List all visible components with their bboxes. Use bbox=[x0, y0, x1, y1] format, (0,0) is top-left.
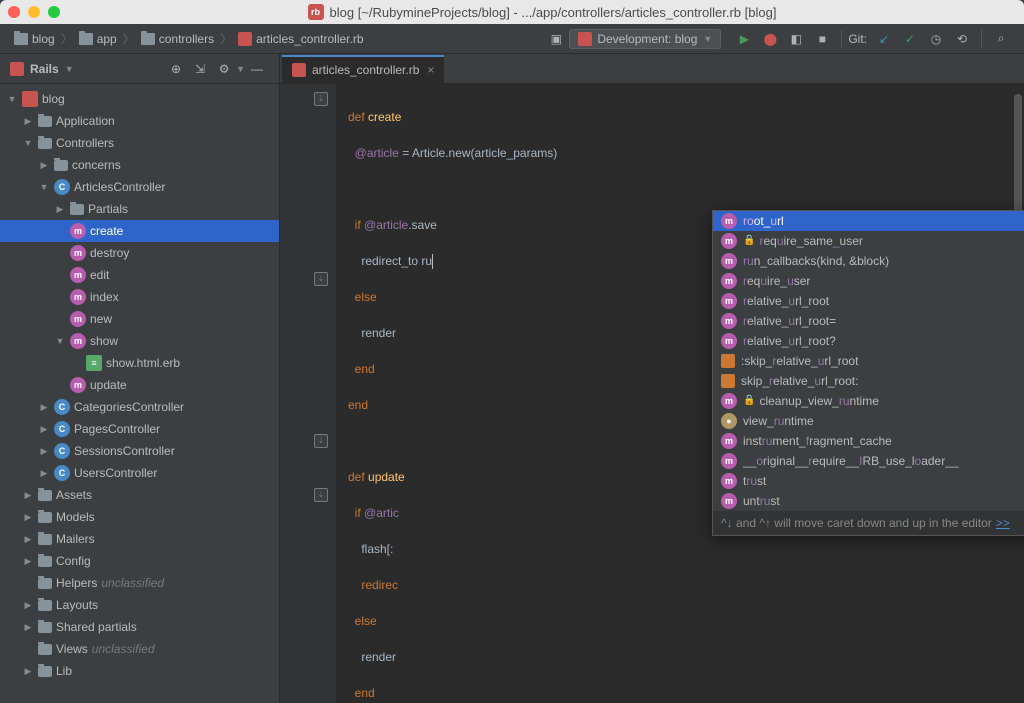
chevron-right-icon: 〉 bbox=[61, 30, 73, 47]
tree-node[interactable]: CCategoriesController bbox=[0, 396, 279, 418]
gutter-action-icon[interactable]: ⇣ bbox=[314, 488, 328, 502]
completion-item[interactable]: :skip_relative_url_root bbox=[713, 351, 1024, 371]
tree-node[interactable]: Lib bbox=[0, 660, 279, 682]
close-traffic-light[interactable] bbox=[8, 6, 20, 18]
project-tree[interactable]: blogApplicationControllersconcernsCArtic… bbox=[0, 84, 279, 703]
editor: articles_controller.rb × ⇣ ⇣ ⇣ ⇣ def cre… bbox=[280, 54, 1024, 703]
tree-node[interactable]: ≡show.html.erb bbox=[0, 352, 279, 374]
search-icon[interactable]: ⌕ bbox=[990, 28, 1012, 50]
sidebar-header: Rails ▼ ⊕ ⇲ ⚙ ▼ — bbox=[0, 54, 279, 84]
completion-item[interactable]: mroot_urlArticlesController bbox=[713, 211, 1024, 231]
git-revert-icon[interactable]: ⟲ bbox=[951, 28, 973, 50]
window-title: blog [~/RubymineProjects/blog] - .../app… bbox=[330, 5, 777, 20]
gear-icon[interactable]: ⚙ bbox=[213, 58, 235, 80]
tree-node[interactable]: Models bbox=[0, 506, 279, 528]
coverage-button[interactable]: ◧ bbox=[785, 28, 807, 50]
chevron-down-icon: ▼ bbox=[703, 34, 712, 44]
minimize-traffic-light[interactable] bbox=[28, 6, 40, 18]
run-button[interactable]: ▶ bbox=[733, 28, 755, 50]
breadcrumb-controllers[interactable]: controllers bbox=[137, 32, 218, 46]
completion-item[interactable]: m__original__require__IRB_use_loader__Ob… bbox=[713, 451, 1024, 471]
navigation-bar: blog 〉 app 〉 controllers 〉 articles_cont… bbox=[0, 24, 1024, 54]
tree-node[interactable]: Application bbox=[0, 110, 279, 132]
git-label: Git: bbox=[848, 32, 867, 46]
tree-node[interactable]: CUsersController bbox=[0, 462, 279, 484]
ruby-file-icon bbox=[292, 63, 306, 77]
completion-popup[interactable]: mroot_urlArticlesControllerm🔒require_sam… bbox=[712, 210, 1024, 536]
completion-item[interactable]: mtrustObject bbox=[713, 471, 1024, 491]
gutter[interactable]: ⇣ ⇣ ⇣ ⇣ bbox=[280, 84, 336, 703]
tree-node[interactable]: mshow bbox=[0, 330, 279, 352]
completion-item[interactable]: m🔒require_same_userArticlesController bbox=[713, 231, 1024, 251]
hide-icon[interactable]: — bbox=[246, 58, 268, 80]
project-sidebar: Rails ▼ ⊕ ⇲ ⚙ ▼ — blogApplicationControl… bbox=[0, 54, 280, 703]
tree-node[interactable]: Assets bbox=[0, 484, 279, 506]
debug-button[interactable]: ⬤ bbox=[759, 28, 781, 50]
breadcrumb-file[interactable]: articles_controller.rb bbox=[234, 32, 367, 46]
popup-footer: ^↓ and ^↑ will move caret down and up in… bbox=[713, 511, 1024, 535]
zoom-traffic-light[interactable] bbox=[48, 6, 60, 18]
tree-node[interactable]: mcreate bbox=[0, 220, 279, 242]
completion-item[interactable]: mrelative_url_rootincluded in AbstractCo… bbox=[713, 291, 1024, 311]
breadcrumb-app[interactable]: app bbox=[75, 32, 121, 46]
titlebar: rb blog [~/RubymineProjects/blog] - .../… bbox=[0, 0, 1024, 24]
rails-icon bbox=[10, 62, 24, 76]
tree-node[interactable]: mupdate bbox=[0, 374, 279, 396]
tree-node[interactable]: Config bbox=[0, 550, 279, 572]
tree-node[interactable]: Viewsunclassified bbox=[0, 638, 279, 660]
tree-node[interactable]: mindex bbox=[0, 286, 279, 308]
git-update-icon[interactable]: ↙ bbox=[873, 28, 895, 50]
close-tab-icon[interactable]: × bbox=[427, 63, 434, 77]
completion-item[interactable]: minstrument_fragment_cacheActionControll… bbox=[713, 431, 1024, 451]
tree-node[interactable]: Layouts bbox=[0, 594, 279, 616]
tree-node[interactable]: CSessionsController bbox=[0, 440, 279, 462]
collapse-icon[interactable]: ⇲ bbox=[189, 58, 211, 80]
tree-node[interactable]: Shared partials bbox=[0, 616, 279, 638]
editor-tab[interactable]: articles_controller.rb × bbox=[282, 55, 444, 83]
app-icon: rb bbox=[308, 4, 324, 20]
completion-item[interactable]: mrelative_url_root=included in AbstractC… bbox=[713, 311, 1024, 331]
tree-node[interactable]: Controllers bbox=[0, 132, 279, 154]
code-area[interactable]: ⇣ ⇣ ⇣ ⇣ def create @article = Article.ne… bbox=[280, 84, 1024, 703]
completion-item[interactable]: ●view_runtimeActionController::Instrumen… bbox=[713, 411, 1024, 431]
tree-node[interactable]: medit bbox=[0, 264, 279, 286]
breadcrumb: blog 〉 app 〉 controllers 〉 articles_cont… bbox=[10, 30, 368, 47]
gutter-action-icon[interactable]: ⇣ bbox=[314, 272, 328, 286]
rails-icon bbox=[578, 32, 592, 46]
completion-item[interactable]: skip_relative_url_root: bbox=[713, 371, 1024, 391]
tree-node[interactable]: mdestroy bbox=[0, 242, 279, 264]
tree-node[interactable]: mnew bbox=[0, 308, 279, 330]
tree-node[interactable]: CPagesController bbox=[0, 418, 279, 440]
chevron-right-icon: 〉 bbox=[123, 30, 135, 47]
sidebar-title[interactable]: Rails bbox=[30, 62, 59, 76]
run-config-dropdown[interactable]: Development: blog ▼ bbox=[569, 29, 721, 49]
tree-node[interactable]: concerns bbox=[0, 154, 279, 176]
breadcrumb-blog[interactable]: blog bbox=[10, 32, 59, 46]
completion-item[interactable]: muntrustObject bbox=[713, 491, 1024, 511]
completion-item[interactable]: mrelative_url_root?included in AbstractC… bbox=[713, 331, 1024, 351]
tree-node[interactable]: CArticlesController bbox=[0, 176, 279, 198]
git-commit-icon[interactable]: ✓ bbox=[899, 28, 921, 50]
gutter-action-icon[interactable]: ⇣ bbox=[314, 434, 328, 448]
tree-node[interactable]: Mailers bbox=[0, 528, 279, 550]
popup-more-link[interactable]: >> bbox=[996, 514, 1010, 532]
git-history-icon[interactable]: ◷ bbox=[925, 28, 947, 50]
completion-item[interactable]: mrequire_userApplicationController bbox=[713, 271, 1024, 291]
chevron-right-icon: 〉 bbox=[220, 30, 232, 47]
build-icon[interactable]: ▣ bbox=[545, 28, 567, 50]
completion-item[interactable]: mrun_callbacks(kind, &block)ActiveSuppor… bbox=[713, 251, 1024, 271]
gutter-action-icon[interactable]: ⇣ bbox=[314, 92, 328, 106]
tree-node[interactable]: blog bbox=[0, 88, 279, 110]
tree-node[interactable]: Helpersunclassified bbox=[0, 572, 279, 594]
chevron-down-icon: ▼ bbox=[65, 64, 74, 74]
editor-tabs: articles_controller.rb × bbox=[280, 54, 1024, 84]
completion-item[interactable]: m🔒cleanup_view_runtimeActionController::… bbox=[713, 391, 1024, 411]
tree-node[interactable]: Partials bbox=[0, 198, 279, 220]
locate-icon[interactable]: ⊕ bbox=[165, 58, 187, 80]
stop-button[interactable]: ■ bbox=[811, 28, 833, 50]
